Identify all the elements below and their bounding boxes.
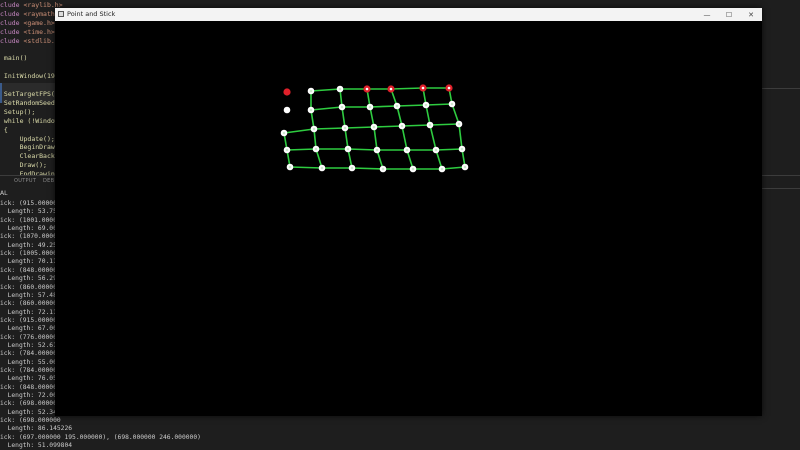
stick [283,128,315,134]
terminal-line: Length: 51.099804 [0,442,73,450]
maximize-button[interactable]: ☐ [718,8,740,21]
point-highlight [320,166,324,170]
point-highlight [457,122,461,126]
point[interactable] [283,106,291,114]
point-highlight [389,87,393,91]
point-highlight [405,148,409,152]
stick [441,166,466,170]
point-highlight [463,165,467,169]
point-highlight [375,148,379,152]
point-highlight [282,131,286,135]
stick [286,148,317,151]
tab-output[interactable]: OUTPUT [14,178,36,184]
window-title: Point and Stick [67,10,116,18]
window-titlebar[interactable]: Point and Stick — ☐ ✕ [55,8,762,21]
close-button[interactable]: ✕ [740,8,762,21]
point-highlight [309,89,313,93]
stick [373,126,378,151]
stick [344,126,375,129]
stick [435,148,463,151]
simulation-canvas[interactable] [55,21,762,416]
minimize-button[interactable]: — [696,8,718,21]
stick [429,123,460,126]
locked-point[interactable] [283,88,291,96]
stick [289,166,323,169]
point-highlight [288,165,292,169]
stick [310,106,343,111]
point-highlight [368,105,372,109]
app-icon [58,11,64,17]
cloth-simulation[interactable] [55,21,762,416]
app-window[interactable]: Point and Stick — ☐ ✕ [55,8,762,416]
terminal-label: AL [0,190,8,197]
stick [351,167,384,170]
point-highlight [350,166,354,170]
point-highlight [411,167,415,171]
point-highlight [428,123,432,127]
stick [396,104,427,107]
divider [762,88,800,89]
point-highlight [395,104,399,108]
stick [429,124,437,151]
point-highlight [285,148,289,152]
stick [313,127,346,130]
point-highlight [338,87,342,91]
code-line: main() [3,54,28,63]
stick [373,125,403,128]
stick [425,103,453,106]
tab-debug[interactable]: DEB [43,178,54,184]
point-highlight [372,125,376,129]
point-highlight [424,103,428,107]
stick [347,148,378,151]
stick [390,87,424,90]
point-highlight [450,102,454,106]
divider [762,188,800,189]
point-highlight [340,105,344,109]
point-highlight [365,87,369,91]
point-highlight [400,124,404,128]
point-highlight [434,148,438,152]
point-highlight [309,108,313,112]
stick [401,125,408,151]
code-line: InitWindow(192 [3,72,59,81]
code-line: while (!Window [3,116,59,125]
stick [458,123,463,150]
point-highlight [346,147,350,151]
point-highlight [421,86,425,90]
code-line: clude <stdlib.h> [0,36,63,45]
stick [310,88,341,92]
point-highlight [460,147,464,151]
point-highlight [440,167,444,171]
point-highlight [381,167,385,171]
stick [401,124,431,127]
stick [369,105,398,108]
point-highlight [314,147,318,151]
point-highlight [312,127,316,131]
point-highlight [343,126,347,130]
point-highlight [447,86,451,90]
